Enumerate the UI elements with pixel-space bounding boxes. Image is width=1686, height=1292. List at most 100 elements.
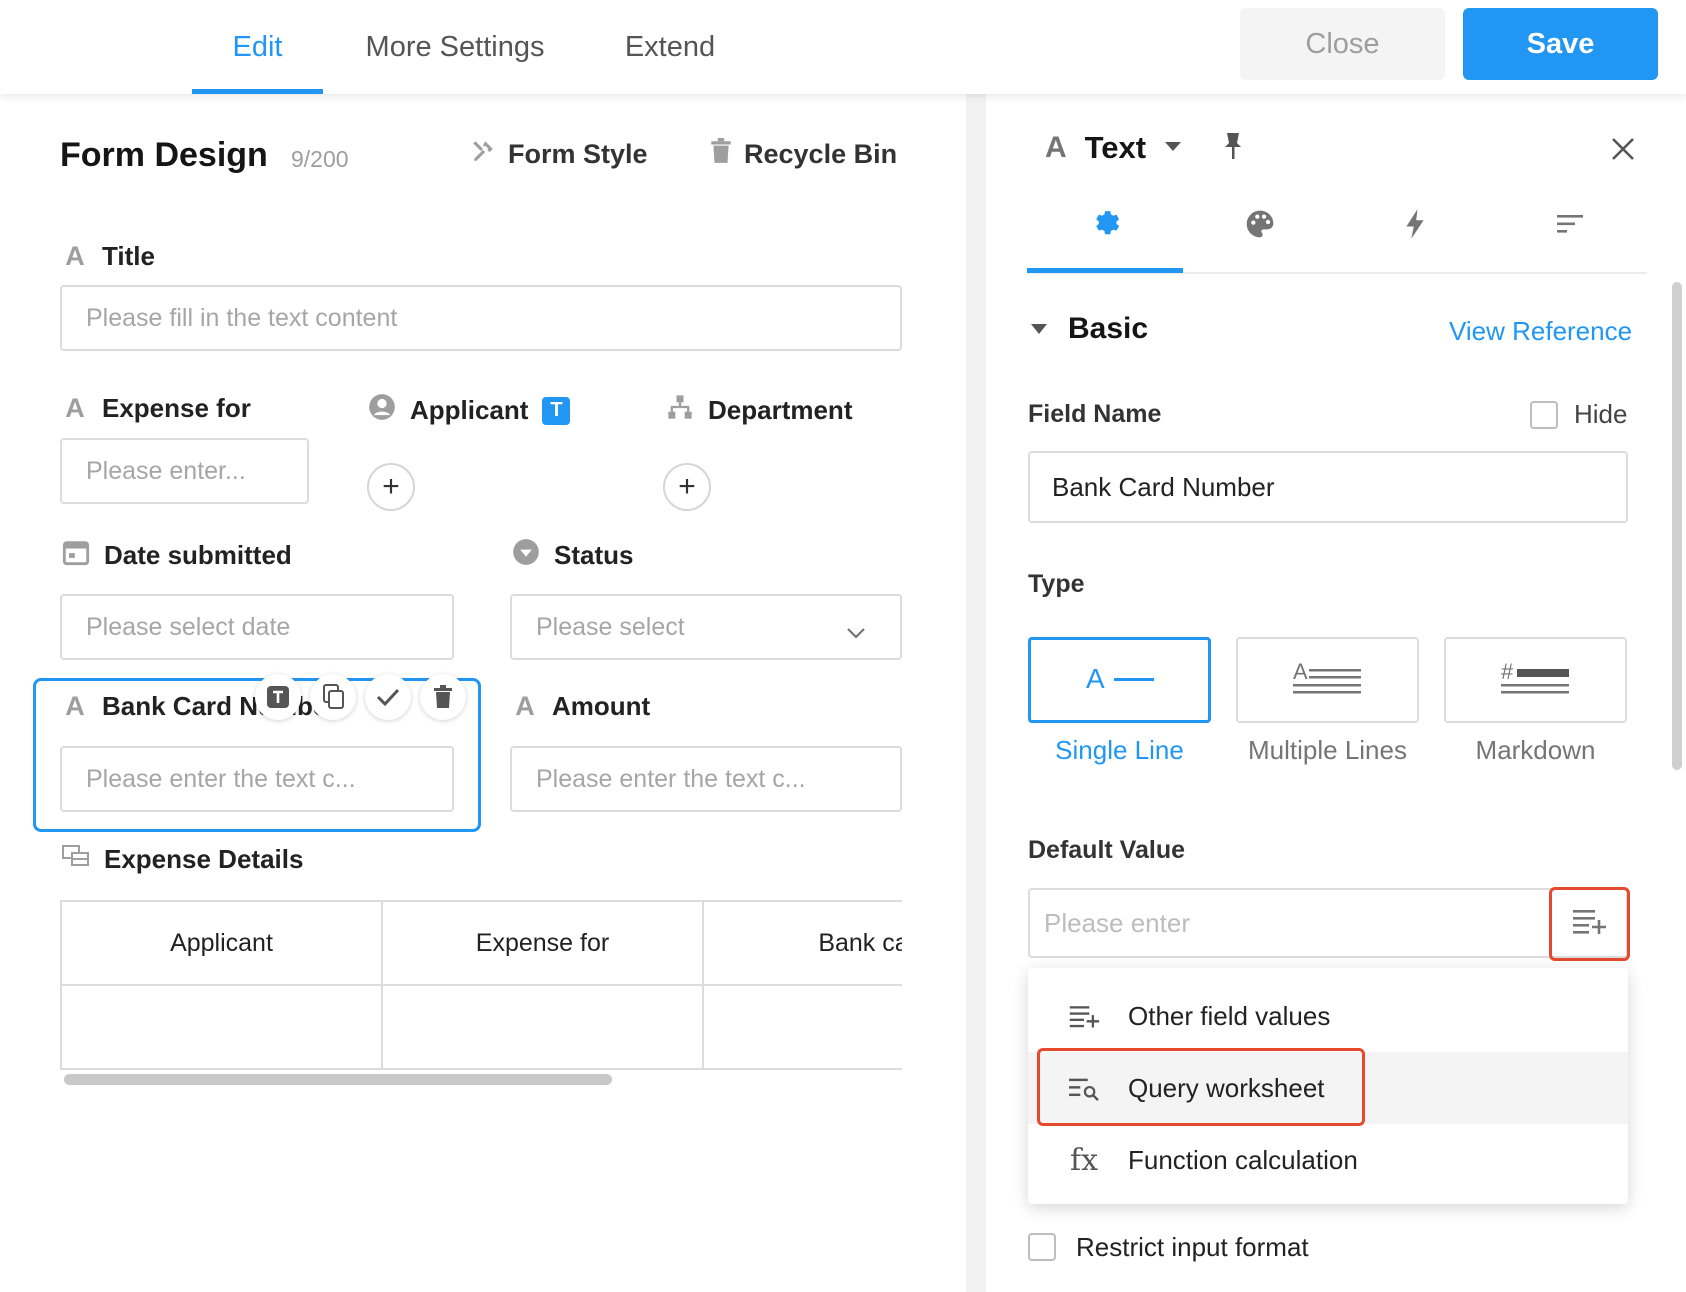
title-input[interactable]: Please fill in the text content xyxy=(60,285,902,351)
org-chart-icon xyxy=(666,393,694,428)
type-markdown-card[interactable]: # xyxy=(1444,637,1627,723)
section-title-basic: Basic xyxy=(1068,312,1149,345)
subtable-icon xyxy=(62,844,90,875)
trash-icon xyxy=(710,138,732,171)
form-style-label: Form Style xyxy=(508,139,648,169)
field-name-input[interactable]: Bank Card Number xyxy=(1028,451,1628,523)
status-field-label: Status xyxy=(512,538,633,573)
add-applicant-button[interactable]: + xyxy=(367,463,415,511)
date-submitted-label-text: Date submitted xyxy=(104,540,292,570)
table-cell[interactable] xyxy=(704,986,902,1070)
table-header-cell: Expense for xyxy=(383,902,704,986)
type-single-line-card[interactable]: A xyxy=(1028,637,1211,723)
gear-icon[interactable] xyxy=(1085,204,1125,244)
menu-item-label: Function calculation xyxy=(1128,1144,1358,1175)
text-badge: T xyxy=(542,396,571,425)
default-value-input[interactable]: Please enter xyxy=(1028,888,1550,958)
control-type-label: Text xyxy=(1084,130,1147,165)
applicant-label-text: Applicant xyxy=(410,395,529,425)
table-cell[interactable] xyxy=(383,986,704,1070)
text-field-icon: A xyxy=(65,241,85,271)
default-value-label: Default Value xyxy=(1028,836,1185,864)
status-select[interactable]: Please select xyxy=(510,594,902,660)
recycle-bin-label: Recycle Bin xyxy=(744,139,898,169)
type-markdown-label[interactable]: Markdown xyxy=(1444,735,1627,766)
department-label-text: Department xyxy=(708,395,853,425)
page-title: Form Design xyxy=(60,136,268,174)
date-submitted-input[interactable]: Please select date xyxy=(60,594,454,660)
hide-checkbox[interactable] xyxy=(1530,401,1558,429)
close-button[interactable]: Close xyxy=(1240,8,1445,80)
top-bar: Edit More Settings Extend Close Save xyxy=(0,0,1686,94)
lightning-icon[interactable] xyxy=(1395,204,1435,244)
amount-input[interactable]: Please enter the text c... xyxy=(510,746,902,812)
expense-for-input[interactable]: Please enter... xyxy=(60,438,309,504)
text-field-icon: A xyxy=(65,393,85,423)
markdown-icon: # xyxy=(1500,659,1571,702)
expense-for-field-label: A Expense for xyxy=(62,393,251,424)
check-icon[interactable] xyxy=(365,674,411,720)
highlight-frame xyxy=(1549,887,1630,961)
list-plus-icon xyxy=(1064,996,1104,1036)
type-single-line-label[interactable]: Single Line xyxy=(1028,735,1211,766)
table-cell[interactable] xyxy=(62,986,383,1070)
field-name-label: Field Name xyxy=(1028,400,1162,428)
palette-icon[interactable] xyxy=(1240,204,1280,244)
bank-card-input[interactable]: Please enter the text c... xyxy=(60,746,454,812)
view-reference-link[interactable]: View Reference xyxy=(1449,316,1632,347)
menu-item-function-calculation[interactable]: fx Function calculation xyxy=(1028,1124,1628,1196)
text-type-icon[interactable] xyxy=(255,674,301,720)
type-multiple-lines-label[interactable]: Multiple Lines xyxy=(1236,735,1419,766)
tab-extend[interactable]: Extend xyxy=(615,0,725,94)
pin-icon[interactable] xyxy=(1222,131,1244,166)
collapse-caret-icon[interactable] xyxy=(1030,322,1048,341)
menu-item-label: Other field values xyxy=(1128,1000,1331,1031)
fx-icon: fx xyxy=(1069,1142,1099,1178)
control-type-header[interactable]: A Text xyxy=(1045,130,1244,166)
table-header-cell: Bank ca xyxy=(704,902,902,986)
status-placeholder: Please select xyxy=(536,612,685,641)
copy-icon[interactable] xyxy=(310,674,356,720)
tools-icon xyxy=(470,138,496,171)
expense-details-table: Applicant Expense for Bank ca xyxy=(60,900,902,1070)
menu-item-other-field-values[interactable]: Other field values xyxy=(1028,980,1628,1052)
tab-edit[interactable]: Edit xyxy=(192,0,323,94)
close-icon[interactable] xyxy=(1610,136,1636,167)
restrict-format-label: Restrict input format xyxy=(1076,1232,1309,1262)
vertical-scrollbar[interactable] xyxy=(1672,282,1682,770)
form-style-button[interactable]: Form Style xyxy=(470,138,648,171)
type-multiple-lines-card[interactable]: A xyxy=(1236,637,1419,723)
add-department-button[interactable]: + xyxy=(663,463,711,511)
svg-text:A: A xyxy=(1293,659,1308,684)
bank-card-label-text: Bank Card Number xyxy=(102,691,338,721)
applicant-field-label: Applicant T xyxy=(368,393,571,428)
restrict-format-checkbox[interactable] xyxy=(1028,1233,1056,1261)
date-submitted-field-label: Date submitted xyxy=(62,538,292,573)
save-button[interactable]: Save xyxy=(1463,8,1658,80)
department-field-label: Department xyxy=(666,393,852,428)
expense-details-label-text: Expense Details xyxy=(104,844,304,874)
type-label: Type xyxy=(1028,570,1085,598)
horizontal-scrollbar[interactable] xyxy=(64,1074,612,1085)
table-header-cell: Applicant xyxy=(62,902,383,986)
svg-text:#: # xyxy=(1501,659,1514,684)
multiple-lines-icon: A xyxy=(1292,659,1363,702)
user-icon xyxy=(368,393,396,428)
dropdown-circle-icon xyxy=(512,538,540,573)
tab-more-settings[interactable]: More Settings xyxy=(355,0,555,94)
highlight-frame xyxy=(1037,1048,1365,1126)
panel-divider xyxy=(966,94,986,1292)
amount-label-text: Amount xyxy=(552,691,651,721)
status-label-text: Status xyxy=(554,540,634,570)
title-field-label: A Title xyxy=(62,241,155,272)
text-field-icon: A xyxy=(65,691,85,721)
text-control-icon: A xyxy=(1045,131,1067,164)
recycle-bin-button[interactable]: Recycle Bin xyxy=(710,138,897,171)
expense-for-label-text: Expense for xyxy=(102,393,251,423)
trash-icon[interactable] xyxy=(420,674,466,720)
sort-lines-icon[interactable] xyxy=(1550,204,1590,244)
title-label-text: Title xyxy=(102,241,155,271)
calendar-icon xyxy=(62,538,90,573)
hide-label: Hide xyxy=(1574,399,1628,429)
svg-text:A: A xyxy=(1086,663,1105,694)
